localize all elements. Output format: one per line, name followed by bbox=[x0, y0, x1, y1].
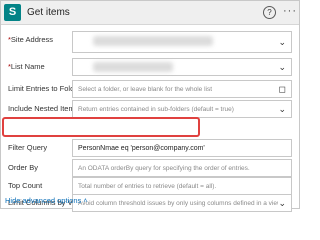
card-title: Get items bbox=[27, 7, 70, 18]
filter-query-row: Filter Query PersonNmae eq 'person@compa… bbox=[1, 139, 299, 159]
list-name-label: *List Name bbox=[8, 61, 45, 73]
include-nested-dropdown[interactable]: Return entries contained in sub-folders … bbox=[72, 100, 292, 118]
list-name-row: *List Name ⌄ bbox=[1, 58, 299, 78]
sharepoint-icon-letter: S bbox=[8, 6, 17, 18]
chevron-down-icon[interactable]: ⌄ bbox=[278, 103, 286, 115]
hide-advanced-options-link[interactable]: Hide advanced options ˄ bbox=[5, 195, 88, 208]
chevron-up-icon: ˄ bbox=[83, 198, 88, 205]
filter-query-highlight bbox=[2, 117, 200, 137]
list-name-dropdown[interactable]: ⌄ bbox=[72, 58, 292, 76]
site-address-label-text: Site Address bbox=[10, 35, 54, 44]
order-by-input[interactable]: An ODATA orderBy query for specifying th… bbox=[72, 159, 292, 177]
chevron-down-icon[interactable]: ⌄ bbox=[278, 61, 286, 73]
chevron-down-icon[interactable]: ⌄ bbox=[278, 36, 286, 48]
filter-query-input[interactable]: PersonNmae eq 'person@company.com' bbox=[72, 139, 292, 157]
order-by-label: Order By bbox=[8, 163, 39, 172]
redacted-value bbox=[93, 62, 173, 72]
limit-entries-placeholder: Select a folder, or leave blank for the … bbox=[78, 86, 213, 93]
folder-icon[interactable]: ◻ bbox=[279, 83, 286, 95]
order-by-row: Order By An ODATA orderBy query for spec… bbox=[1, 159, 299, 179]
order-by-placeholder: An ODATA orderBy query for specifying th… bbox=[78, 165, 250, 172]
redacted-value bbox=[93, 36, 213, 46]
card-header[interactable]: S Get items ? ··· bbox=[1, 1, 299, 25]
filter-query-label: Filter Query bbox=[8, 143, 48, 152]
filter-query-value: PersonNmae eq 'person@company.com' bbox=[78, 145, 205, 152]
sharepoint-icon: S bbox=[4, 4, 21, 21]
limit-entries-label: Limit Entries to Folder bbox=[8, 84, 81, 93]
more-options-icon[interactable]: ··· bbox=[283, 4, 297, 18]
top-count-placeholder: Total number of entries to retrieve (def… bbox=[78, 183, 217, 190]
top-count-label: Top Count bbox=[8, 181, 43, 190]
limit-entries-field[interactable]: Select a folder, or leave blank for the … bbox=[72, 80, 292, 98]
limit-columns-dropdown[interactable]: Avoid column threshold issues by only us… bbox=[72, 194, 292, 212]
include-nested-placeholder: Return entries contained in sub-folders … bbox=[78, 106, 234, 113]
site-address-row: *Site Address ⌄ bbox=[1, 31, 299, 53]
help-icon[interactable]: ? bbox=[263, 6, 276, 19]
limit-columns-placeholder: Avoid column threshold issues by only us… bbox=[78, 200, 278, 207]
site-address-dropdown[interactable]: ⌄ bbox=[72, 31, 292, 53]
list-name-label-text: List Name bbox=[10, 62, 45, 71]
top-count-input[interactable]: Total number of entries to retrieve (def… bbox=[72, 177, 292, 195]
advanced-options-label: Hide advanced options bbox=[5, 196, 82, 205]
include-nested-label: Include Nested Items bbox=[8, 104, 79, 113]
limit-entries-row: Limit Entries to Folder Select a folder,… bbox=[1, 80, 299, 100]
site-address-label: *Site Address bbox=[8, 34, 53, 46]
chevron-down-icon[interactable]: ⌄ bbox=[278, 197, 286, 209]
action-card: S Get items ? ··· *Site Address ⌄ *List … bbox=[0, 0, 300, 212]
